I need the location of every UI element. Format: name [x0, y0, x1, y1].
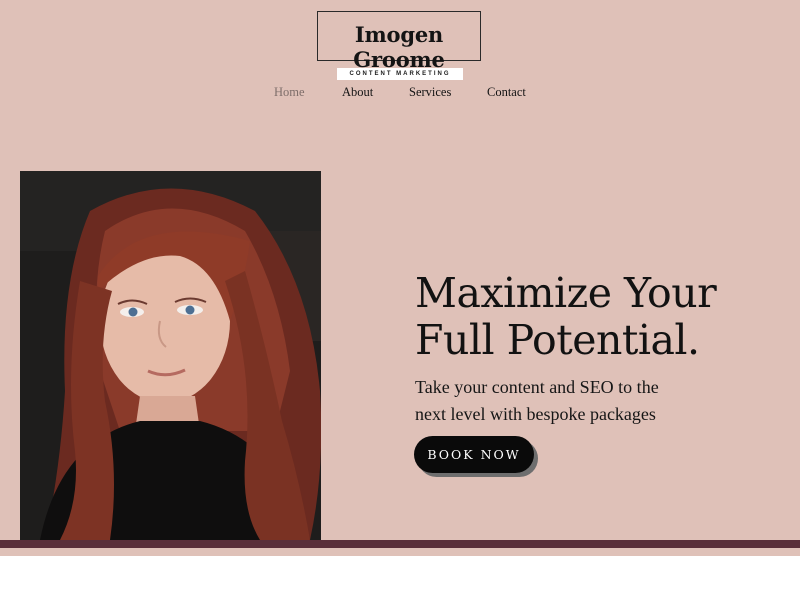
portrait-photo — [20, 171, 321, 540]
nav-item-contact[interactable]: Contact — [487, 84, 526, 100]
book-now-button[interactable]: BOOK NOW — [414, 436, 534, 473]
site-logo[interactable]: Imogen Groome CONTENT MARKETING — [317, 11, 481, 80]
hero-headline: Maximize Your Full Potential. — [415, 270, 775, 364]
logo-tagline: CONTENT MARKETING — [337, 68, 463, 80]
accent-divider — [0, 540, 800, 548]
nav-item-services[interactable]: Services — [409, 84, 451, 100]
hero-subtext: Take your content and SEO to the next le… — [415, 374, 745, 428]
portrait-photo-icon — [20, 171, 321, 540]
section-divider — [0, 548, 800, 556]
nav-item-about[interactable]: About — [342, 84, 373, 100]
hero-subtext-line-1: Take your content and SEO to the — [415, 377, 659, 397]
logo-name: Imogen Groome — [353, 22, 445, 72]
hero-headline-line-1: Maximize Your — [415, 269, 717, 317]
main-navigation: Home About Services Contact — [0, 84, 800, 100]
hero-section: Imogen Groome CONTENT MARKETING Home Abo… — [0, 0, 800, 540]
hero-headline-line-2: Full Potential. — [415, 316, 700, 364]
hero-subtext-line-2: next level with bespoke packages — [415, 404, 656, 424]
nav-item-home[interactable]: Home — [274, 84, 305, 100]
